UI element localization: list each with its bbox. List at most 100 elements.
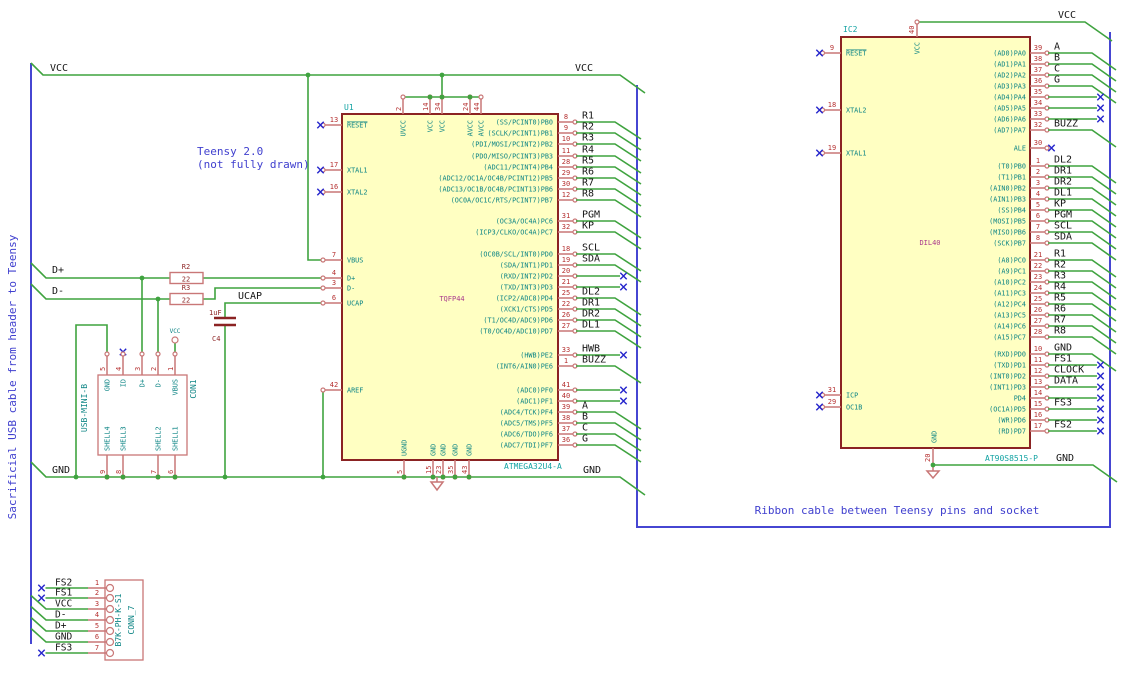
- net-label-C[interactable]: C: [582, 423, 588, 434]
- net-label-FS2[interactable]: FS2: [1054, 420, 1072, 431]
- text: 42: [330, 381, 338, 389]
- net-label-SDA[interactable]: SDA: [1054, 232, 1072, 243]
- junction: [930, 462, 936, 468]
- net-label-DR1[interactable]: DR1: [1054, 166, 1072, 177]
- net-label-R1[interactable]: R1: [1054, 249, 1066, 260]
- net-label-R2[interactable]: R2: [582, 122, 594, 133]
- text: D+: [139, 379, 147, 387]
- pin-end: [914, 19, 920, 25]
- net-label-gnd-mid[interactable]: GND: [583, 465, 601, 476]
- net-label-FS1[interactable]: FS1: [55, 588, 72, 599]
- net-label-gnd-left[interactable]: GND: [52, 465, 70, 476]
- net-label-CLOCK[interactable]: CLOCK: [1054, 365, 1084, 376]
- capacitor-c4-body[interactable]: [214, 316, 236, 327]
- net-label-HWB[interactable]: HWB: [582, 344, 600, 355]
- text: (HWB)PE2: [520, 352, 553, 360]
- net-label-dminus[interactable]: D-: [52, 286, 64, 297]
- net-label-DL2[interactable]: DL2: [1054, 155, 1072, 166]
- text: 12: [562, 191, 570, 199]
- net-label-R6[interactable]: R6: [582, 167, 594, 178]
- net-label-BUZZ[interactable]: BUZZ: [1054, 119, 1078, 130]
- net-label-DR2[interactable]: DR2: [582, 309, 600, 320]
- junction: [120, 474, 126, 480]
- net-label-SCL[interactable]: SCL: [582, 243, 600, 254]
- no-connect-x: [1096, 383, 1105, 391]
- net-label-vcc-left[interactable]: VCC: [50, 63, 68, 74]
- net-label-A[interactable]: A: [582, 401, 588, 412]
- net-label-vcc-right[interactable]: VCC: [1058, 10, 1076, 21]
- text: 5: [396, 470, 404, 474]
- text: RESET: [846, 50, 866, 58]
- net-label-vcc-mid[interactable]: VCC: [575, 63, 593, 74]
- net-label-DL1[interactable]: DL1: [582, 320, 600, 331]
- net-label-DR2[interactable]: DR2: [1054, 177, 1072, 188]
- net-label-G[interactable]: G: [582, 434, 588, 445]
- net-label-A[interactable]: A: [1054, 42, 1060, 53]
- net-label-R5[interactable]: R5: [582, 156, 594, 167]
- net-label-FS1[interactable]: FS1: [1054, 354, 1072, 365]
- text: XTAL2: [846, 107, 866, 115]
- text: 14: [422, 103, 430, 111]
- net-label-VCC[interactable]: VCC: [55, 599, 72, 610]
- net-label-R4[interactable]: R4: [1054, 282, 1066, 293]
- net-label-dplus[interactable]: D+: [52, 265, 64, 276]
- net-label-gnd-right[interactable]: GND: [1056, 453, 1074, 464]
- net-label-G[interactable]: G: [1054, 75, 1060, 86]
- text: ID: [120, 379, 128, 387]
- net-label-R6[interactable]: R6: [1054, 304, 1066, 315]
- net-label-KP[interactable]: KP: [582, 221, 594, 232]
- text: 23: [435, 466, 443, 474]
- text: 32: [562, 223, 570, 231]
- net-label-B[interactable]: B: [582, 412, 588, 423]
- text: 31: [562, 212, 570, 220]
- net-label-DL2[interactable]: DL2: [582, 287, 600, 298]
- net-label-BUZZ[interactable]: BUZZ: [582, 355, 606, 366]
- net-label-R5[interactable]: R5: [1054, 293, 1066, 304]
- net-label-ucap[interactable]: UCAP: [238, 291, 262, 302]
- net-label-DATA[interactable]: DATA: [1054, 376, 1078, 387]
- r3-ref: R3: [182, 284, 190, 292]
- net-label-PGM[interactable]: PGM: [582, 210, 600, 221]
- text: UGND: [401, 440, 409, 456]
- text: 7: [95, 644, 99, 652]
- net-label-R8[interactable]: R8: [1054, 326, 1066, 337]
- text: VBUS: [347, 257, 363, 265]
- text: (AIN1)PB3: [989, 196, 1026, 204]
- net-label-R3[interactable]: R3: [1054, 271, 1066, 282]
- net-label-PGM[interactable]: PGM: [1054, 210, 1072, 221]
- net-label-R2[interactable]: R2: [1054, 260, 1066, 271]
- net-label-R1[interactable]: R1: [582, 111, 594, 122]
- net-label-DL1[interactable]: DL1: [1054, 188, 1072, 199]
- net-label-R3[interactable]: R3: [582, 133, 594, 144]
- net-label-B[interactable]: B: [1054, 53, 1060, 64]
- ic2-footprint: DIL40: [919, 239, 940, 247]
- wire: [576, 365, 642, 384]
- net-label-SCL[interactable]: SCL: [1054, 221, 1072, 232]
- net-label-D-[interactable]: D-: [55, 610, 66, 621]
- net-label-R7[interactable]: R7: [582, 178, 594, 189]
- net-label-DR1[interactable]: DR1: [582, 298, 600, 309]
- text: 36: [1034, 77, 1042, 85]
- text: 11: [562, 147, 570, 155]
- text: 11: [1034, 356, 1042, 364]
- net-label-SDA[interactable]: SDA: [582, 254, 600, 265]
- wire: [1048, 85, 1117, 104]
- net-label-KP[interactable]: KP: [1054, 199, 1066, 210]
- text: OC1B: [846, 404, 862, 412]
- net-label-R8[interactable]: R8: [582, 189, 594, 200]
- net-label-R7[interactable]: R7: [1054, 315, 1066, 326]
- net-label-FS3[interactable]: FS3: [1054, 398, 1072, 409]
- net-label-GND[interactable]: GND: [55, 632, 72, 643]
- con1-pin-7: 7 SHELL2: [150, 426, 163, 480]
- pin-end: [120, 351, 126, 357]
- text: 26: [562, 311, 570, 319]
- text: 24: [462, 103, 470, 111]
- net-label-R4[interactable]: R4: [582, 145, 594, 156]
- text: (OC0B/SCL/INT0)PD0: [479, 251, 553, 259]
- pin-end: [320, 300, 326, 306]
- net-label-D+[interactable]: D+: [55, 621, 67, 632]
- net-label-GND[interactable]: GND: [1054, 343, 1072, 354]
- note-ribbon-cable: Ribbon cable between Teensy pins and soc…: [755, 504, 1040, 517]
- net-label-FS3[interactable]: FS3: [55, 643, 72, 654]
- net-label-C[interactable]: C: [1054, 64, 1060, 75]
